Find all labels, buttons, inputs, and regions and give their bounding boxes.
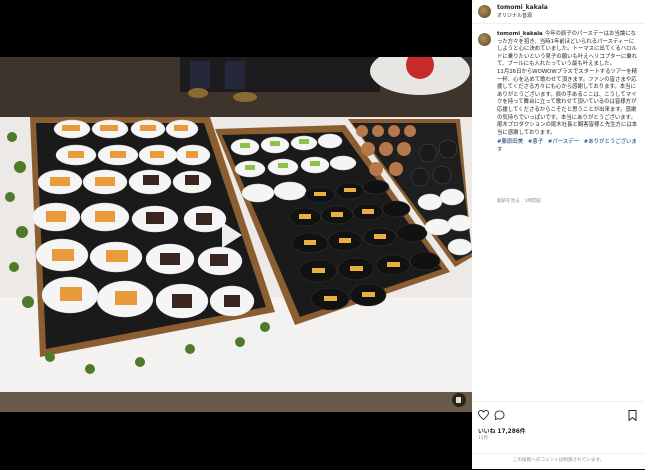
- caption-paragraph-2: 11月26日からWOWOWプラスでスタートするツアーを精一杯、心を込めて歌わせて…: [497, 68, 638, 136]
- play-icon[interactable]: [222, 222, 242, 248]
- caption-meta[interactable]: 翻訳を見る 1時間前: [497, 198, 541, 204]
- heart-icon[interactable]: [478, 410, 489, 420]
- avatar[interactable]: [478, 5, 491, 18]
- caption-block: tomomi_kakala 今年の辰子のパースデーはお当論になった方々を招き、当時…: [472, 25, 645, 395]
- like-count[interactable]: いいね 17,286件: [478, 426, 526, 435]
- hashtag-list: #藤原田美 #恵子 #パースデー #ありがとうございます: [497, 139, 639, 154]
- bookmark-icon[interactable]: [628, 410, 637, 421]
- audio-label[interactable]: オリジナル音源: [497, 12, 532, 19]
- username[interactable]: tomomi_kakala: [497, 4, 548, 11]
- hashtag[interactable]: #恵子: [528, 139, 543, 145]
- hashtag[interactable]: #パースデー: [548, 139, 579, 145]
- comments-restricted-notice: この投稿へのコメントは制限されています。: [472, 453, 645, 470]
- post-header: tomomi_kakala オリジナル音源: [472, 0, 645, 24]
- hashtag[interactable]: #藤原田美: [497, 139, 523, 145]
- sound-icon[interactable]: [452, 393, 466, 407]
- caption-text: tomomi_kakala 今年の辰子のパースデーはお当論になった方々を招き、当時…: [497, 31, 639, 155]
- comment-icon[interactable]: [494, 410, 505, 420]
- caption-username[interactable]: tomomi_kakala: [497, 31, 543, 37]
- caption-avatar[interactable]: [478, 33, 491, 46]
- post-panel: tomomi_kakala オリジナル音源 tomomi_kakala 今年の辰子…: [472, 0, 645, 469]
- post-date: 11月: [478, 436, 488, 441]
- post-video[interactable]: [0, 0, 472, 469]
